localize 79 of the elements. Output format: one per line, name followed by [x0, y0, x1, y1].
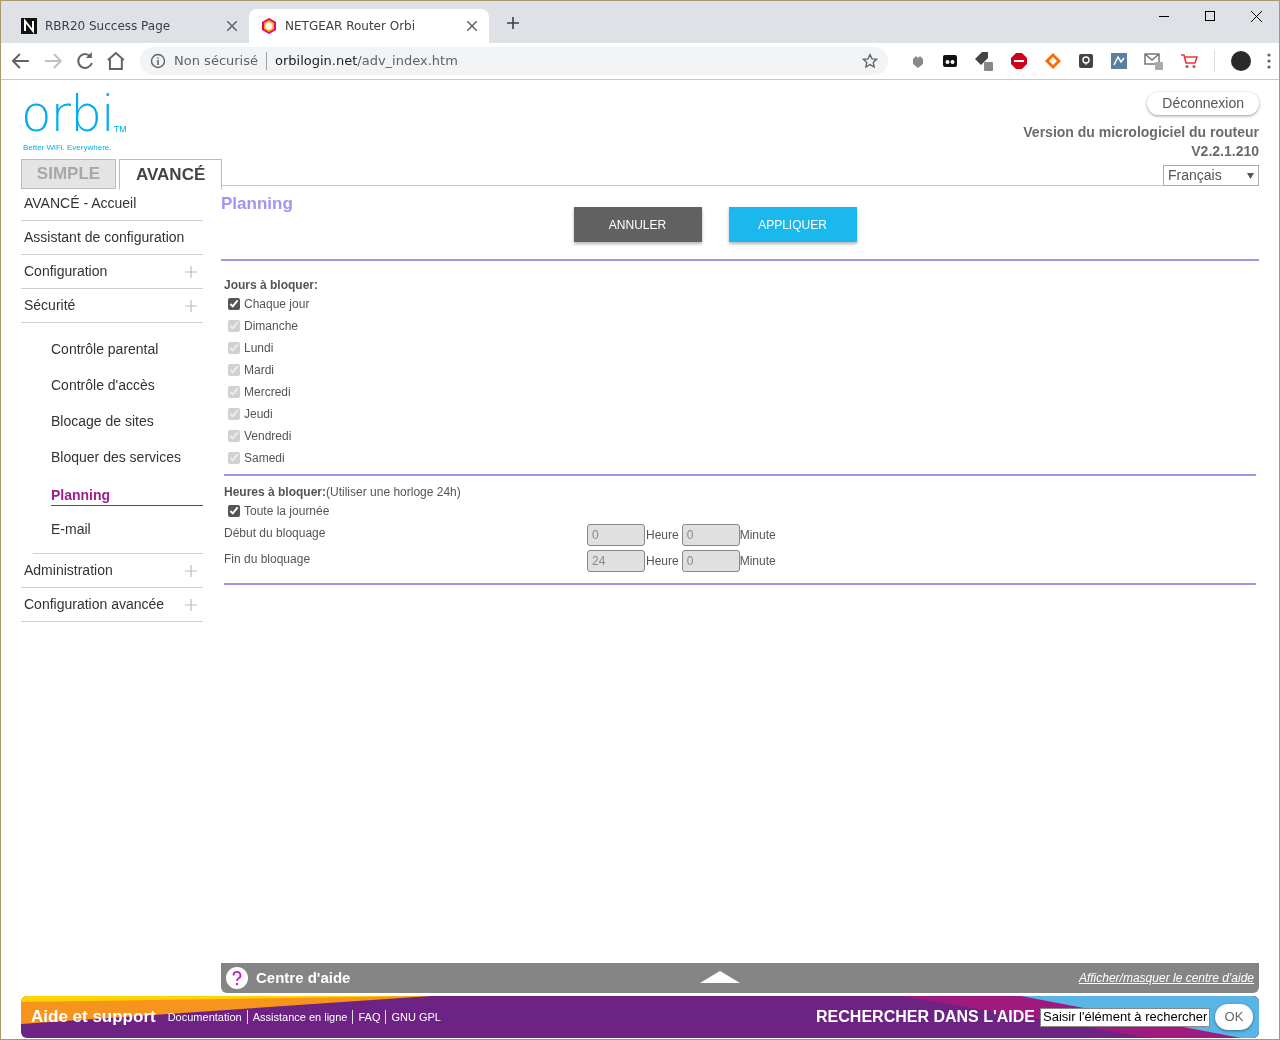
minimize-icon: [1159, 15, 1169, 17]
help-title: Centre d'aide: [256, 967, 351, 988]
page-title: Planning: [221, 195, 294, 213]
checkbox-label: Samedi: [244, 450, 285, 467]
sidebar-item[interactable]: Administration: [24, 560, 113, 581]
footer-link[interactable]: Documentation: [167, 1008, 242, 1026]
browser-tab[interactable]: RBR20 Success Page: [9, 9, 249, 43]
checkbox-label: Toute la journée: [244, 503, 330, 520]
close-icon: [1250, 10, 1262, 22]
checkbox-label: Jeudi: [244, 406, 273, 423]
sidebar-subitem[interactable]: Blocage de sites: [51, 410, 154, 432]
sidebar-item[interactable]: Configuration avancée: [24, 594, 165, 615]
firmware-version: V2.2.1.210: [1191, 143, 1259, 159]
tag-icon[interactable]: [974, 51, 994, 71]
tab-title: NETGEAR Router Orbi: [285, 18, 416, 35]
checkbox-label: Dimanche: [244, 318, 299, 335]
checkbox-label: Mardi: [244, 362, 274, 379]
sidebar-subitem[interactable]: E-mail: [51, 518, 91, 540]
url-text: orbilogin.net/adv_index.htm: [275, 52, 458, 71]
checkbox[interactable]: [228, 505, 240, 517]
trademark-mark: TM: [113, 124, 127, 134]
language-select[interactable]: Français: [1163, 165, 1259, 186]
tab-title: RBR20 Success Page: [45, 18, 171, 35]
footer-link[interactable]: GNU GPL: [391, 1008, 441, 1026]
star-icon[interactable]: [862, 53, 878, 69]
sidebar-subitem[interactable]: Planning: [51, 484, 203, 506]
hexagon-icon: [261, 18, 277, 34]
dropdown-arrow-icon: [1247, 172, 1254, 179]
unit-label: Heure: [646, 527, 679, 544]
menu-icon[interactable]: [1267, 53, 1271, 69]
footer-link[interactable]: Assistance en ligne: [252, 1008, 348, 1026]
checkbox-label: Vendredi: [244, 428, 292, 445]
mail-icon[interactable]: [1144, 51, 1164, 71]
browser-tab[interactable]: NETGEAR Router Orbi: [249, 9, 489, 43]
close-icon[interactable]: [227, 21, 237, 31]
firmware-label: Version du micrologiciel du routeur: [1023, 123, 1259, 142]
field-label: Début du bloquage: [224, 525, 327, 542]
lightbulb-icon[interactable]: [1078, 53, 1094, 69]
unit-label: Heure: [646, 553, 679, 570]
mode-tab[interactable]: AVANCÉ: [119, 159, 223, 190]
sidebar-subitem[interactable]: Bloquer des services: [51, 446, 181, 468]
help-toggle-link[interactable]: Afficher/masquer le centre d'aide: [1078, 969, 1254, 987]
chart-square-icon[interactable]: [1110, 52, 1128, 70]
unit-label: Minute: [739, 527, 776, 544]
security-label: Non sécurisé: [174, 52, 258, 71]
stop-sign-icon[interactable]: [1010, 52, 1028, 70]
n-square-icon: [21, 18, 37, 34]
glasses-icon[interactable]: [942, 53, 958, 69]
sidebar-item[interactable]: Configuration: [24, 261, 108, 282]
plus-icon: [506, 16, 520, 30]
footer-link[interactable]: FAQ: [358, 1008, 381, 1026]
info-icon: [150, 53, 167, 69]
sidebar-item[interactable]: Sécurité: [24, 295, 76, 316]
checkbox-label: Lundi: [244, 340, 274, 357]
avatar-icon[interactable]: [1231, 51, 1251, 71]
sidebar-item[interactable]: Assistant de configuration: [24, 227, 185, 248]
hand-icon[interactable]: [910, 53, 926, 69]
checkbox-label: Mercredi: [244, 384, 291, 401]
address-bar[interactable]: Non sécurisé orbilogin.net/adv_index.htm: [140, 47, 888, 75]
section-label: Jours à bloquer:: [224, 278, 319, 292]
maximize-icon: [1205, 11, 1215, 21]
section-label: Heures à bloquer:(Utiliser une horloge 24h): [224, 485, 462, 499]
logout-button[interactable]: Déconnexion: [1147, 92, 1259, 115]
expand-arrow-icon[interactable]: [700, 971, 740, 983]
sidebar-subitem[interactable]: Contrôle parental: [51, 338, 159, 360]
field-label: Fin du bloquage: [224, 551, 312, 568]
tagline: Better WiFi. Everywhere.: [22, 142, 113, 154]
cancel-button[interactable]: ANNULER: [573, 207, 702, 242]
help-icon[interactable]: [226, 967, 248, 989]
sidebar-subitem[interactable]: Contrôle d'accès: [51, 374, 155, 396]
cart-icon[interactable]: [1180, 52, 1198, 70]
close-icon[interactable]: [467, 21, 477, 31]
diamond-icon[interactable]: [1044, 52, 1062, 70]
search-label: RECHERCHER DANS L'AIDE: [816, 1007, 1035, 1027]
sidebar-item[interactable]: AVANCÉ - Accueil: [24, 193, 137, 214]
checkbox[interactable]: [228, 298, 240, 310]
unit-label: Minute: [739, 553, 776, 570]
checkbox-label: Chaque jour: [244, 296, 310, 313]
logo: orbi: [21, 94, 114, 134]
